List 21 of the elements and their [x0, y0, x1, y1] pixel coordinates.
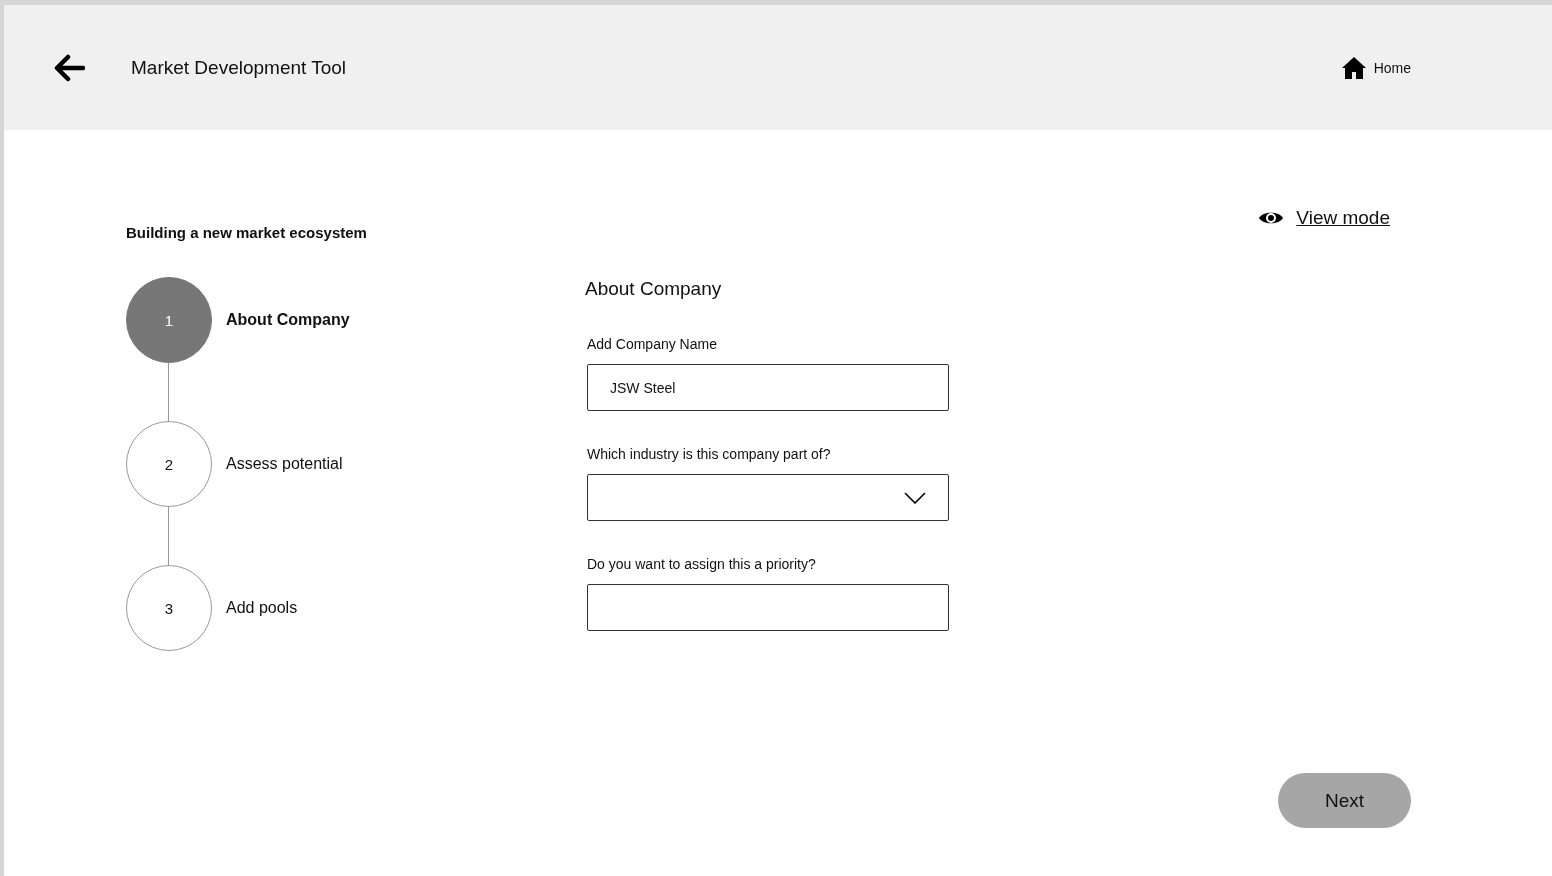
- page-subtitle: Building a new market ecosystem: [126, 224, 367, 242]
- step-label[interactable]: Add pools: [226, 599, 298, 617]
- text-field[interactable]: JSW Steel: [587, 364, 949, 411]
- step-circle[interactable]: 2: [126, 421, 212, 507]
- home-link[interactable]: Home: [1341, 56, 1411, 79]
- step-label[interactable]: About Company: [226, 311, 350, 329]
- dropdown-field[interactable]: [587, 474, 949, 521]
- field-label: Do you want to assign this a priority?: [587, 556, 817, 572]
- app-title: Market Development Tool: [131, 56, 348, 79]
- step-circle[interactable]: 3: [126, 565, 212, 651]
- chevron-down-icon: [904, 491, 926, 504]
- step-label[interactable]: Assess potential: [226, 455, 343, 473]
- next-button[interactable]: Next: [1278, 773, 1411, 828]
- home-icon: [1341, 56, 1366, 79]
- view-mode-link[interactable]: View mode: [1258, 206, 1390, 230]
- text-field[interactable]: [587, 584, 949, 631]
- step-circle[interactable]: 1: [126, 277, 212, 363]
- section-heading: About Company: [585, 277, 723, 301]
- back-arrow-icon[interactable]: [53, 52, 85, 83]
- field-label: Which industry is this company part of?: [587, 446, 832, 462]
- field-label: Add Company Name: [587, 336, 718, 352]
